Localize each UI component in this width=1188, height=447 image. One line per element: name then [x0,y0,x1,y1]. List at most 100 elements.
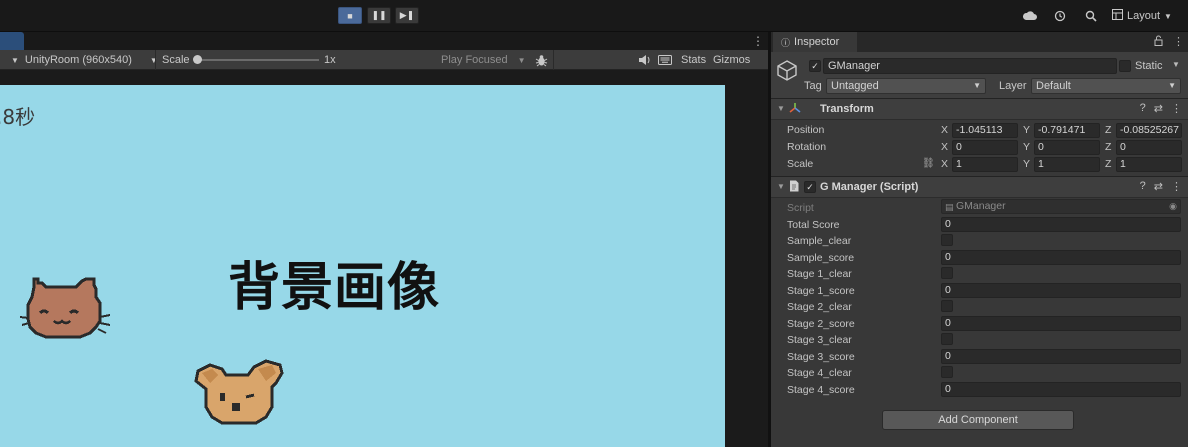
panel-menu-icon[interactable]: ⋮ [1173,35,1184,49]
scale-slider-thumb[interactable] [193,55,202,64]
position-label: Position [787,124,825,136]
field-label: Stage 2_clear [787,301,852,313]
info-icon: ⓘ [781,37,791,48]
field-label: Stage 2_score [787,318,855,330]
scale-y-field[interactable]: 1 [1034,157,1100,172]
y-axis-label: Y [1023,141,1031,153]
static-dropdown-icon[interactable]: ▼ [1172,60,1180,69]
help-icon[interactable]: ? [1140,102,1146,115]
display-label: UnityRoom (960x540) [24,54,132,66]
sample-clear-checkbox[interactable] [941,234,953,246]
history-icon[interactable] [1052,8,1068,24]
script-asset-icon: ▤ [945,202,954,212]
stage1-clear-checkbox[interactable] [941,267,953,279]
stop-button[interactable]: ■ [338,7,362,24]
position-x-field[interactable]: -1.045113 [952,123,1018,138]
cat-sprite [20,277,111,339]
layout-label: Layout [1127,10,1161,22]
scale-label: Scale [787,158,814,170]
inspector-tab-label: Inspector [794,36,840,48]
scale-slider-track[interactable] [197,59,319,61]
static-checkbox[interactable] [1119,60,1131,72]
layer-dropdown[interactable]: Default ▼ [1031,78,1181,94]
stats-button[interactable]: Stats [681,50,706,70]
sample-score-field[interactable]: 0 [941,250,1181,265]
component-menu-icon[interactable]: ⋮ [1171,180,1182,193]
script-file-icon [789,180,799,195]
tab-inspector[interactable]: ⓘ Inspector [773,32,857,52]
bug-icon[interactable] [535,50,548,70]
script-label: Script [787,202,814,214]
script-enabled-checkbox[interactable]: ✓ [804,181,816,193]
transform-component-header[interactable]: ▼ Transform ? ⇄ ⋮ [771,98,1188,120]
layout-dropdown[interactable]: Layout ▼ [1112,8,1172,24]
scale-label: Scale [162,54,190,66]
component-menu-icon[interactable]: ⋮ [1171,102,1182,115]
scale-x-field[interactable]: 1 [952,157,1018,172]
field-label: Stage 4_clear [787,367,852,379]
gizmos-button[interactable]: Gizmos [713,50,750,70]
script-value: GManager [956,200,1006,212]
z-axis-label: Z [1105,158,1112,170]
rotation-x-field[interactable]: 0 [952,140,1018,155]
field-label: Sample_score [787,252,855,264]
stage1-score-field[interactable]: 0 [941,283,1181,298]
search-icon[interactable] [1083,8,1099,24]
background-image-label: 背景画像 [228,258,441,318]
transform-icon [789,102,801,117]
tag-dropdown[interactable]: Untagged ▼ [826,78,986,94]
cloud-icon[interactable] [1022,8,1038,24]
stage3-clear-checkbox[interactable] [941,333,953,345]
add-component-button[interactable]: Add Component [882,410,1074,430]
foldout-arrow-icon[interactable]: ▼ [777,182,785,191]
z-axis-label: Z [1105,124,1112,136]
stage4-score-field[interactable]: 0 [941,382,1181,397]
stage2-score-field[interactable]: 0 [941,316,1181,331]
position-z-field[interactable]: -0.08525267 [1116,123,1182,138]
tab-game[interactable] [0,32,24,52]
foldout-arrow-icon[interactable]: ▼ [777,104,785,113]
script-reference-field: ▤ GManager ◉ [941,199,1181,214]
keyboard-icon[interactable] [658,50,672,70]
position-y-field[interactable]: -0.791471 [1034,123,1100,138]
rotation-z-field[interactable]: 0 [1116,140,1182,155]
layer-value: Default [1036,80,1071,92]
chevron-down-icon: ▼ [11,55,19,65]
stage2-clear-checkbox[interactable] [941,300,953,312]
constrain-proportions-icon[interactable]: ⛓ [922,158,935,169]
gameobject-name-field[interactable]: GManager [823,58,1117,74]
layer-label: Layer [999,80,1027,92]
play-mode-dropdown[interactable]: Play Focused ▼ [441,50,526,70]
stop-icon: ■ [347,10,353,21]
inspector-panel: ⓘ Inspector ⋮ ✓ GManager Static ▼ Tag Un… [771,32,1188,447]
game-canvas[interactable]: .8秒 背景画像 [0,85,725,447]
presets-icon[interactable]: ⇄ [1154,102,1163,115]
total-score-field[interactable]: 0 [941,217,1181,232]
x-axis-label: X [941,141,949,153]
chevron-down-icon: ▼ [1164,11,1172,21]
rotation-y-field[interactable]: 0 [1034,140,1100,155]
gameobject-active-checkbox[interactable]: ✓ [809,60,821,72]
game-view-tabstrip: ⋮ [0,32,768,52]
y-axis-label: Y [1023,158,1031,170]
scale-z-field[interactable]: 1 [1116,157,1182,172]
play-mode-label: Play Focused [441,54,508,66]
field-label: Stage 3_score [787,351,855,363]
presets-icon[interactable]: ⇄ [1154,180,1163,193]
panel-menu-icon[interactable]: ⋮ [752,34,764,48]
field-label: Stage 1_clear [787,268,852,280]
x-axis-label: X [941,124,949,136]
help-icon[interactable]: ? [1140,180,1146,193]
stage4-clear-checkbox[interactable] [941,366,953,378]
script-component-header[interactable]: ▼ ✓ G Manager (Script) ? ⇄ ⋮ [771,176,1188,198]
stage3-score-field[interactable]: 0 [941,349,1181,364]
step-icon: ▶❚ [399,10,415,20]
lock-icon[interactable] [1154,35,1163,49]
audio-mute-icon[interactable] [638,50,651,70]
pause-button[interactable]: ❚❚ [367,7,391,24]
tag-label: Tag [804,80,822,92]
game-view-toolbar: ▼ UnityRoom (960x540) ▼ Scale 1x Play Fo… [0,50,768,70]
display-dropdown[interactable]: ▼ UnityRoom (960x540) ▼ [11,50,158,70]
step-button[interactable]: ▶❚ [395,7,419,24]
gameobject-cube-icon [777,60,797,81]
